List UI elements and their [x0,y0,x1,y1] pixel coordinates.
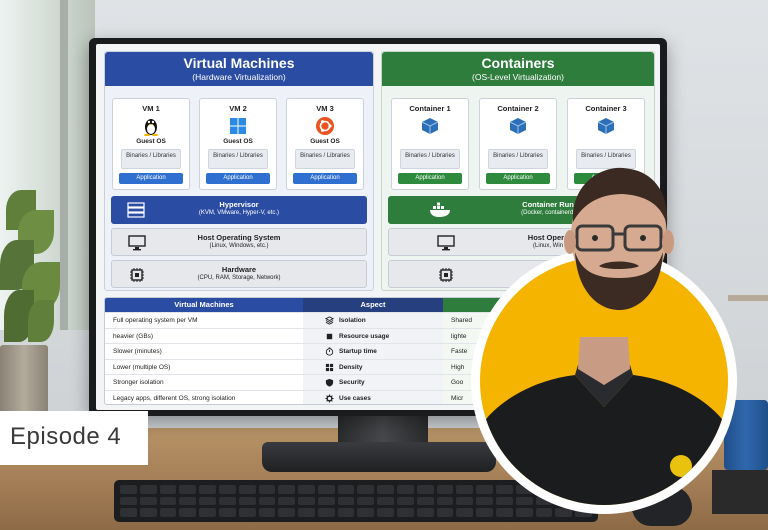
binaries-libraries: Binaries / Libraries [208,149,268,169]
vm-title: Virtual Machines [183,55,295,71]
hypervisor-sub: (KVM, VMware, Hyper-V, etc.) [198,210,280,216]
layers-icon [325,316,334,325]
window-frame [60,0,68,330]
aspect-cell: Startup time [303,344,443,359]
containers-subtitle: (OS-Level Virtualization) [472,72,564,82]
container-card-2: Container 2 Binaries / Libraries Applica… [479,98,557,190]
application-chip: Application [486,173,550,184]
container-cube-icon [509,118,527,134]
binaries-libraries: Binaries / Libraries [400,149,460,169]
aspect-label: Resource usage [339,332,390,340]
vm-subtitle: (Hardware Virtualization) [192,72,286,82]
vm-cell: Full operating system per VM [113,317,198,324]
aspect-cell: Isolation [303,313,443,328]
container-card-name: Container 2 [497,104,539,113]
docker-whale-icon [430,202,450,217]
gear-icon [325,393,334,403]
containers-title: Containers [481,55,555,71]
monitor-stand-base [262,442,496,472]
containers-banner: Containers (OS-Level Virtualization) [382,52,654,86]
vm-cell: Lower (multiple OS) [113,363,171,371]
vm-panel: Virtual Machines (Hardware Virtualizatio… [104,51,374,291]
guest-os-label: Guest OS [310,138,340,145]
shield-icon [325,378,334,387]
ubuntu-logo-icon [316,117,334,135]
cpu-chip-icon [130,268,144,282]
episode-label: Episode 4 [10,423,122,450]
container-card-1: Container 1 Binaries / Libraries Applica… [391,98,469,190]
application-chip: Application [119,173,183,184]
vm-card-name: VM 1 [142,104,160,113]
container-card-name: Container 1 [409,104,451,113]
vm-card-3: VM 3 Guest OS Binaries / Libraries Appli… [286,98,364,190]
aspect-cell: Use cases [303,390,443,404]
host-os-title: Host Operating System [197,233,281,242]
host-os-layer: Host Operating System (Linux, Windows, e… [111,228,367,256]
vm-card-1: VM 1 Guest OS Binaries / Libraries Appli… [112,98,190,190]
hardware-layer: Hardware (CPU, RAM, Storage, Network) [111,260,367,288]
vm-card-name: VM 3 [316,104,334,113]
monitor-icon [437,235,455,251]
application-chip: Application [206,173,270,184]
host-os-sub: (Linux, Windows, etc.) [209,243,269,249]
aspect-cell: Resource usage [303,328,443,344]
vm-banner: Virtual Machines (Hardware Virtualizatio… [105,52,373,86]
hypervisor-title: Hypervisor [219,200,259,209]
shelf [728,295,768,301]
container-cube-icon [597,118,615,134]
stopwatch-icon [325,347,334,356]
vm-cell: Slower (minutes) [113,348,162,355]
grid-icon [325,363,334,371]
vm-cell: Stronger isolation [113,379,164,386]
monitor-stand-neck [338,414,428,444]
hardware-title: Hardware [221,265,257,274]
application-chip: Application [293,173,357,184]
container-card-name: Container 3 [585,104,627,113]
guest-os-label: Guest OS [136,138,166,145]
hypervisor-layer: Hypervisor (KVM, VMware, Hyper-V, etc.) [111,196,367,224]
cpu-chip-icon [439,268,453,282]
windows-logo-icon [230,118,246,134]
linux-tux-icon [144,119,158,136]
vm-card-name: VM 2 [229,104,247,113]
guest-os-label: Guest OS [223,138,253,145]
binaries-libraries: Binaries / Libraries [121,149,181,169]
monitor-icon [128,235,146,251]
vm-cell: Legacy apps, different OS, strong isolat… [113,394,236,402]
binaries-libraries: Binaries / Libraries [488,149,548,169]
server-icon [127,202,145,218]
aspect-cell: Density [303,359,443,375]
vm-card-2: VM 2 Guest OS Binaries / Libraries Appli… [199,98,277,190]
hardware-sub: (CPU, RAM, Storage, Network) [197,275,281,281]
table-header-vm: Virtual Machines [105,298,303,312]
episode-badge: Episode 4 [0,411,148,465]
vm-cell: heavier (GBs) [113,332,154,340]
table-header-aspect: Aspect [303,298,443,312]
hoodie-logo-icon [670,455,692,477]
aspect-cell: Security [303,375,443,390]
container-cube-icon [421,118,439,134]
presenter-head [564,167,674,310]
application-chip: Application [398,173,462,184]
binaries-libraries: Binaries / Libraries [295,149,355,169]
chip-icon [326,333,333,339]
